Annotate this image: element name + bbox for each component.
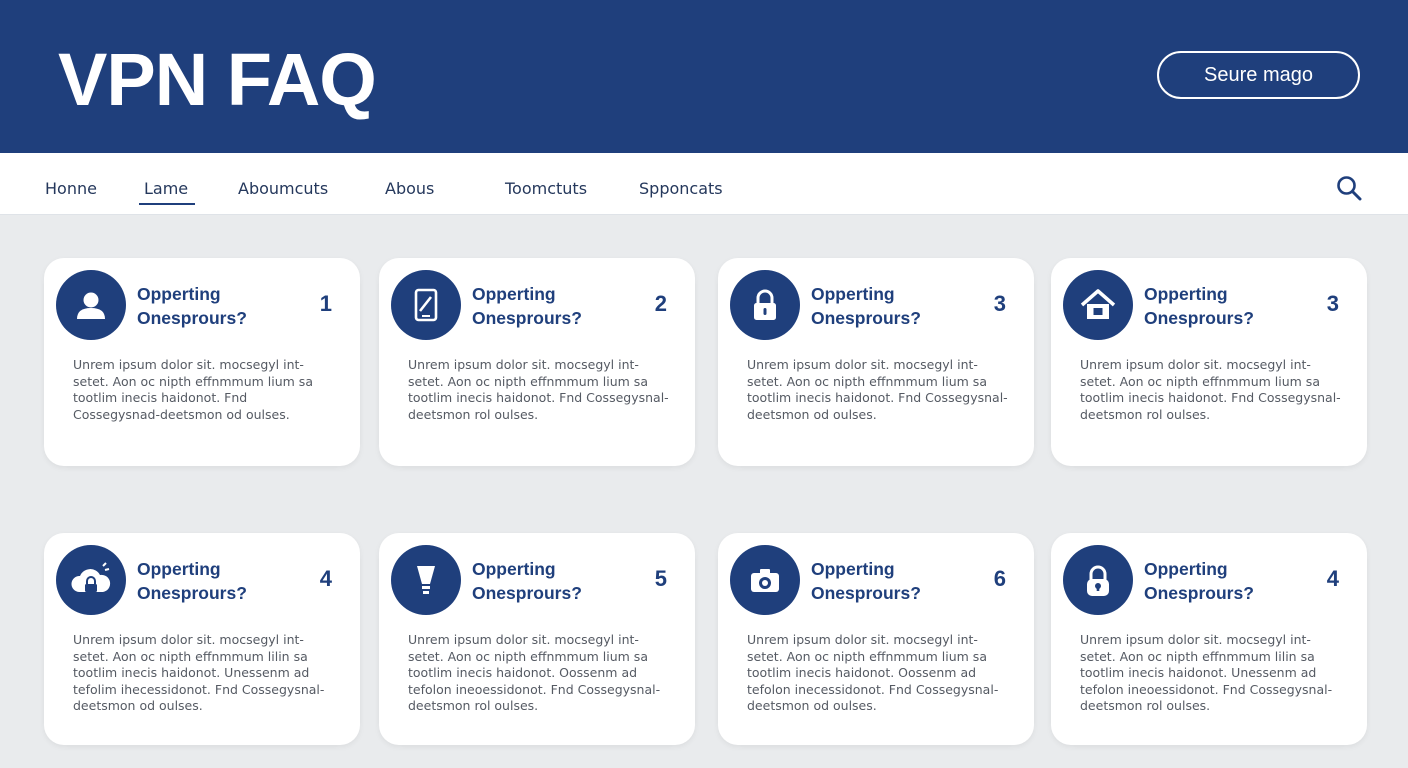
page-title: VPN FAQ <box>58 38 377 121</box>
faq-answer: Unrem ipsum dolor sit. mocsegyl int-sete… <box>747 632 999 713</box>
nav-item-toomctuts[interactable]: Toomctuts <box>505 179 587 198</box>
cloud-lock-icon <box>56 545 126 615</box>
header-button[interactable]: Seure mago <box>1157 51 1360 99</box>
faq-number: 4 <box>1326 566 1339 591</box>
faq-card[interactable]: Opperting Onesprours? 3 Unrem ipsum dolor… <box>718 258 1034 466</box>
faq-answer: Unrem ipsum dolor sit. mocsegyl int-sete… <box>73 632 325 713</box>
faq-number: 4 <box>319 566 332 591</box>
faq-card[interactable]: Opperting Onesprours? 6 Unrem ipsum dolor… <box>718 533 1034 745</box>
header: VPN FAQ Seure mago <box>0 0 1408 153</box>
nav-item-abous[interactable]: Abous <box>385 179 434 198</box>
faq-answer: Unrem ipsum dolor sit. mocsegyl int-sete… <box>1080 357 1341 422</box>
faq-card[interactable]: Opperting Onesprours? 1 Unrem ipsum dolor… <box>44 258 360 466</box>
faq-question: Opperting Onesprours? <box>811 559 921 603</box>
faq-question: Opperting Onesprours? <box>137 559 247 603</box>
faq-number: 6 <box>993 566 1006 591</box>
nav-item-spponcats[interactable]: Spponcats <box>639 179 723 198</box>
faq-question: Opperting Onesprours? <box>472 284 582 328</box>
faq-number: 1 <box>319 291 332 316</box>
faq-card[interactable]: Opperting Onesprours? 4 Unrem ipsum dolor… <box>44 533 360 745</box>
faq-card[interactable]: Opperting Onesprours? 5 Unrem ipsum dolor… <box>379 533 695 745</box>
nav-item-aboumcuts[interactable]: Aboumcuts <box>238 179 328 198</box>
faq-question: Opperting Onesprours? <box>472 559 582 603</box>
nav-item-lame[interactable]: Lame <box>138 179 196 205</box>
lock-icon <box>730 270 800 340</box>
nav-bar: Honne Lame Aboumcuts Abous Toomctuts Spp… <box>0 153 1408 215</box>
faq-answer: Unrem ipsum dolor sit. mocsegyl int-sete… <box>408 357 669 422</box>
tablet-icon <box>391 270 461 340</box>
faq-question: Opperting Onesprours? <box>1144 284 1254 328</box>
faq-number: 3 <box>1326 291 1339 316</box>
lightbulb-icon <box>391 545 461 615</box>
search-icon[interactable] <box>1336 175 1362 201</box>
nav-item-home[interactable]: Honne <box>45 179 97 198</box>
faq-answer: Unrem ipsum dolor sit. mocsegyl int-sete… <box>1080 632 1333 713</box>
user-icon <box>56 270 126 340</box>
faq-question: Opperting Onesprours? <box>137 284 247 328</box>
faq-answer: Unrem ipsum dolor sit. mocsegyl int-sete… <box>408 632 661 713</box>
home-icon <box>1063 270 1133 340</box>
faq-card[interactable]: Opperting Onesprours? 2 Unrem ipsum dolor… <box>379 258 695 466</box>
faq-number: 2 <box>654 291 667 316</box>
faq-number: 3 <box>993 291 1006 316</box>
faq-answer: Unrem ipsum dolor sit. mocsegyl int-sete… <box>747 357 1008 422</box>
camera-icon <box>730 545 800 615</box>
faq-question: Opperting Onesprours? <box>811 284 921 328</box>
faq-number: 5 <box>654 566 667 591</box>
faq-card[interactable]: Opperting Onesprours? 3 Unrem ipsum dolor… <box>1051 258 1367 466</box>
faq-card[interactable]: Opperting Onesprours? 4 Unrem ipsum dolor… <box>1051 533 1367 745</box>
faq-answer: Unrem ipsum dolor sit. mocsegyl int-sete… <box>73 357 313 422</box>
faq-question: Opperting Onesprours? <box>1144 559 1254 603</box>
padlock-icon <box>1063 545 1133 615</box>
